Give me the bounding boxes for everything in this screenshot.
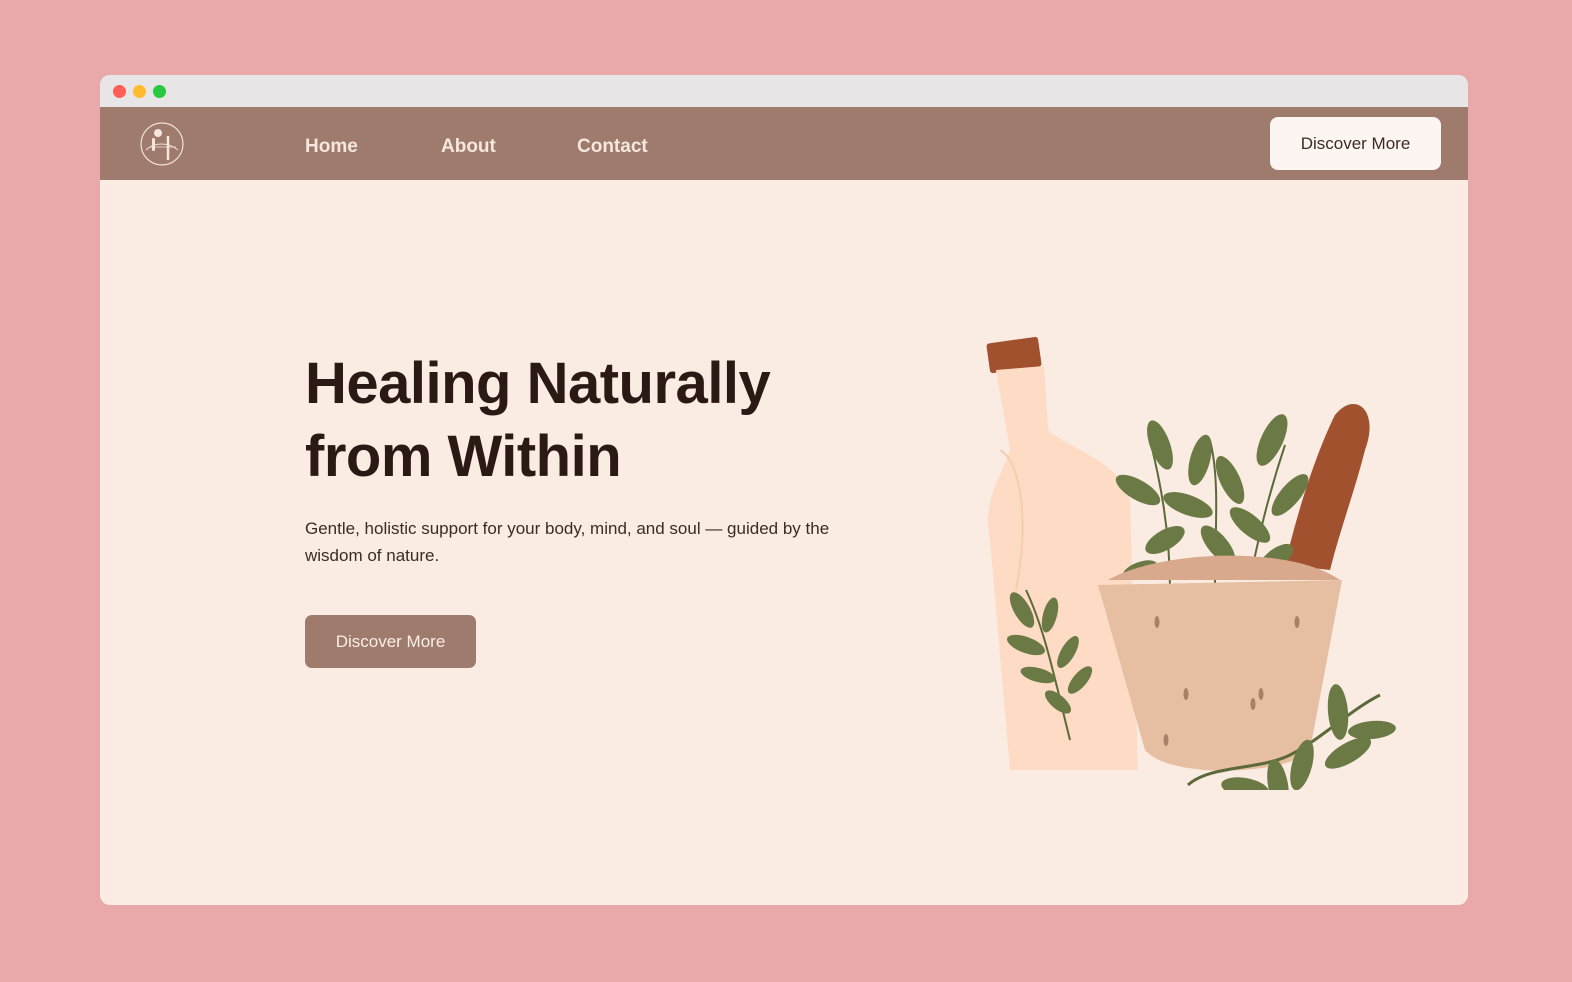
nav-about-link[interactable]: About: [441, 136, 496, 158]
minimize-window-button[interactable]: [133, 85, 146, 98]
window-titlebar: [100, 75, 1468, 107]
herbal-mortar-bottle-illustration: [960, 330, 1410, 818]
hero-discover-more-button[interactable]: Discover More: [305, 615, 476, 668]
hero-title-line-1: Healing Naturally: [305, 351, 771, 416]
hero-title: Healing Naturally from Within: [305, 347, 865, 493]
hero-title-line-2: from Within: [305, 424, 622, 489]
hero-subtitle: Gentle, holistic support for your body, …: [305, 519, 830, 565]
browser-window: Home About Contact Discover More Healing…: [100, 75, 1468, 905]
top-navbar: Home About Contact Discover More: [100, 107, 1468, 180]
nav-contact-link[interactable]: Contact: [577, 136, 648, 158]
nav-discover-more-button[interactable]: Discover More: [1270, 117, 1441, 170]
maximize-window-button[interactable]: [153, 85, 166, 98]
logo-icon[interactable]: [138, 120, 186, 168]
close-window-button[interactable]: [113, 85, 126, 98]
nav-home-link[interactable]: Home: [305, 136, 358, 158]
